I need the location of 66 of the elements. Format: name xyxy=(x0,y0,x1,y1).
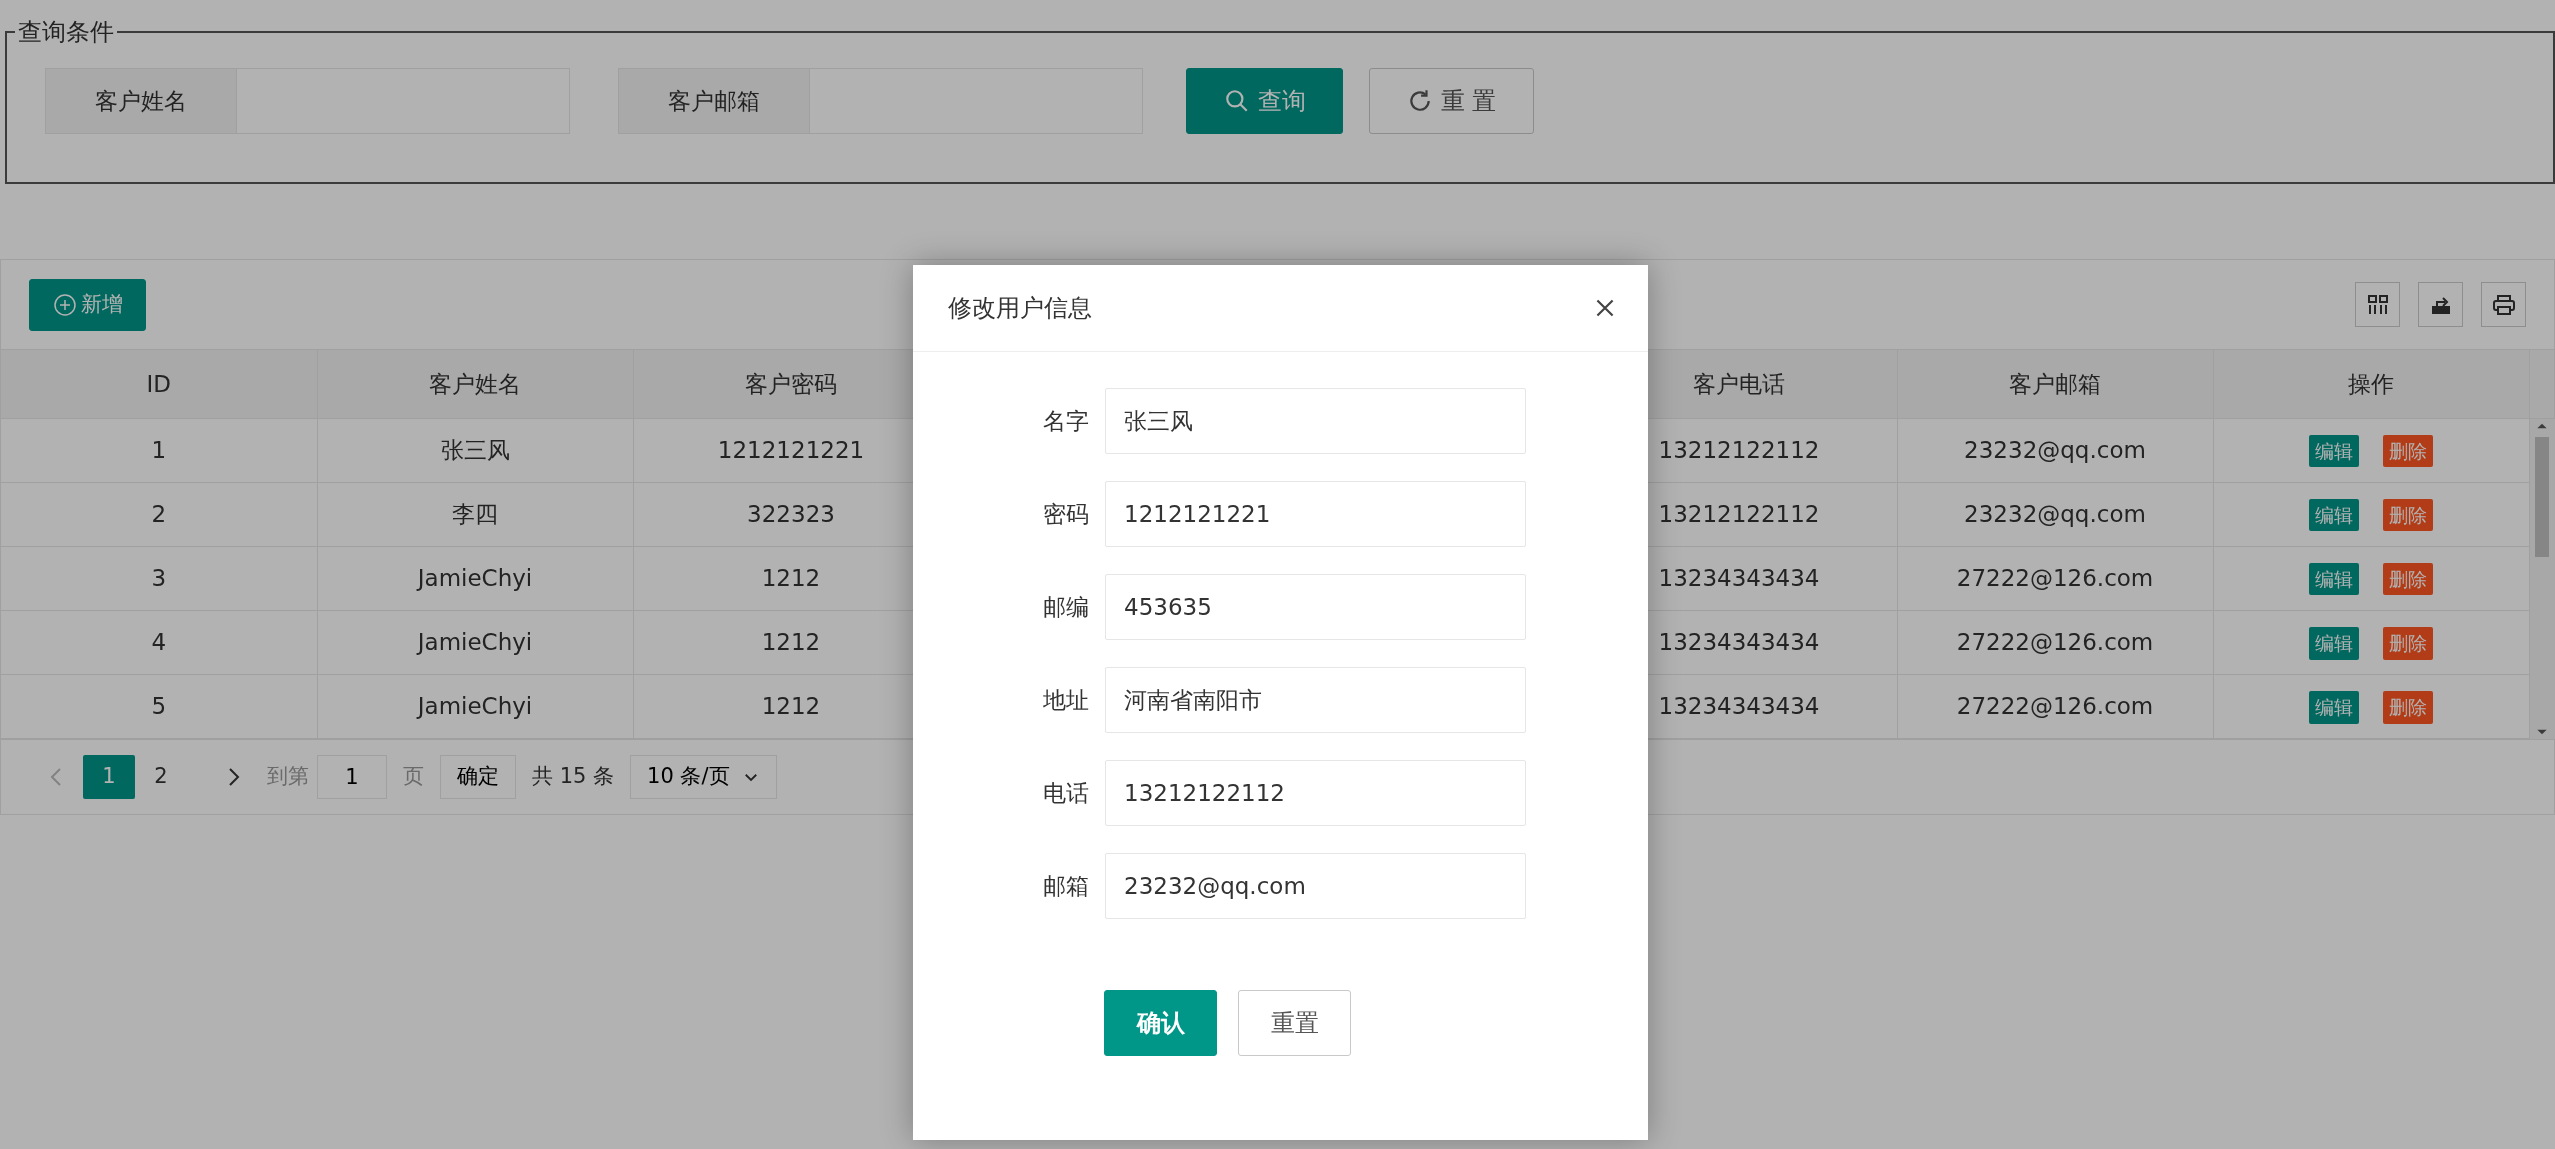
input-field[interactable]: 23232@qq.com xyxy=(1105,853,1526,919)
export-button[interactable] xyxy=(2418,282,2463,327)
table-cell: 27222@126.com xyxy=(1897,674,2213,739)
delete-button[interactable]: 删除 xyxy=(2383,691,2433,724)
page-unit-label: 页 xyxy=(403,763,424,791)
column-header: 操作 xyxy=(2213,350,2529,418)
goto-label: 到第 xyxy=(267,763,309,791)
table-cell: 李四 xyxy=(317,482,633,547)
table-cell: 3 xyxy=(1,546,317,611)
confirm-button[interactable]: 确认 xyxy=(1104,990,1217,1056)
field-label: 客户姓名 xyxy=(45,68,237,134)
scrollbar-thumb[interactable] xyxy=(2535,436,2549,557)
table-cell: 27222@126.com xyxy=(1897,610,2213,675)
page-button[interactable]: 2 xyxy=(135,755,187,799)
delete-button[interactable]: 删除 xyxy=(2383,563,2433,596)
columns-icon xyxy=(2365,292,2390,317)
search-icon xyxy=(1223,88,1250,114)
confirm-button[interactable]: 确定 xyxy=(440,755,516,799)
panel-legend: 查询条件 xyxy=(15,20,117,44)
dialog-title: 修改用户信息 xyxy=(948,293,1092,324)
column-header: ID xyxy=(1,350,317,418)
table-cell: 5 xyxy=(1,674,317,739)
table-cell: 23232@qq.com xyxy=(1897,418,2213,483)
table-cell: 1 xyxy=(1,418,317,483)
input-field[interactable]: 453635 xyxy=(1105,574,1526,640)
input-field[interactable]: 河南省南阳市 xyxy=(1105,667,1526,733)
input-field[interactable]: 13212122112 xyxy=(1105,760,1526,826)
reset-button[interactable]: 重置 xyxy=(1238,990,1351,1056)
total-count: 共 15 条 xyxy=(532,763,615,791)
field-label: 邮编 xyxy=(1042,592,1090,622)
delete-button[interactable]: 删除 xyxy=(2383,627,2433,660)
print-button[interactable] xyxy=(2481,282,2526,327)
input-field[interactable]: 1212121221 xyxy=(1105,481,1526,547)
edit-button[interactable]: 编辑 xyxy=(2309,563,2359,596)
table-cell: 23232@qq.com xyxy=(1897,482,2213,547)
delete-button[interactable]: 删除 xyxy=(2383,434,2433,468)
table-cell: JamieChyi xyxy=(317,546,633,611)
table-cell: 4 xyxy=(1,610,317,675)
field-label: 地址 xyxy=(1042,685,1090,715)
page-button[interactable]: 1 xyxy=(83,755,135,799)
field-label: 邮箱 xyxy=(1042,871,1090,901)
page-size-select[interactable]: 10 条/页 xyxy=(630,755,777,799)
field-label: 名字 xyxy=(1042,406,1090,436)
edit-button[interactable]: 编辑 xyxy=(2309,627,2359,660)
table-cell: 2 xyxy=(1,482,317,547)
field-label: 客户邮箱 xyxy=(618,68,810,134)
input-field[interactable]: 张三风 xyxy=(1105,388,1526,454)
table-cell: JamieChyi xyxy=(317,674,633,739)
columns-button[interactable] xyxy=(2355,282,2400,327)
edit-button[interactable]: 编辑 xyxy=(2309,434,2359,468)
table-cell: 27222@126.com xyxy=(1897,546,2213,611)
edit-button[interactable]: 编辑 xyxy=(2309,691,2359,724)
reset-button[interactable]: 重 置 xyxy=(1369,68,1534,134)
page-input[interactable]: 1 xyxy=(317,755,387,799)
column-header: 客户邮箱 xyxy=(1897,350,2213,418)
print-icon xyxy=(2491,292,2516,317)
add-button[interactable]: 新增 xyxy=(29,278,146,331)
table-cell: 张三风 xyxy=(317,418,633,483)
edit-button[interactable]: 编辑 xyxy=(2309,498,2359,532)
field-label: 密码 xyxy=(1042,499,1090,529)
delete-button[interactable]: 删除 xyxy=(2383,498,2433,532)
search-button[interactable]: 查询 xyxy=(1186,68,1343,134)
plus-circle-icon xyxy=(52,292,77,317)
table-cell: JamieChyi xyxy=(317,610,633,675)
column-header: 客户姓名 xyxy=(317,350,633,418)
field-label: 电话 xyxy=(1042,778,1090,808)
